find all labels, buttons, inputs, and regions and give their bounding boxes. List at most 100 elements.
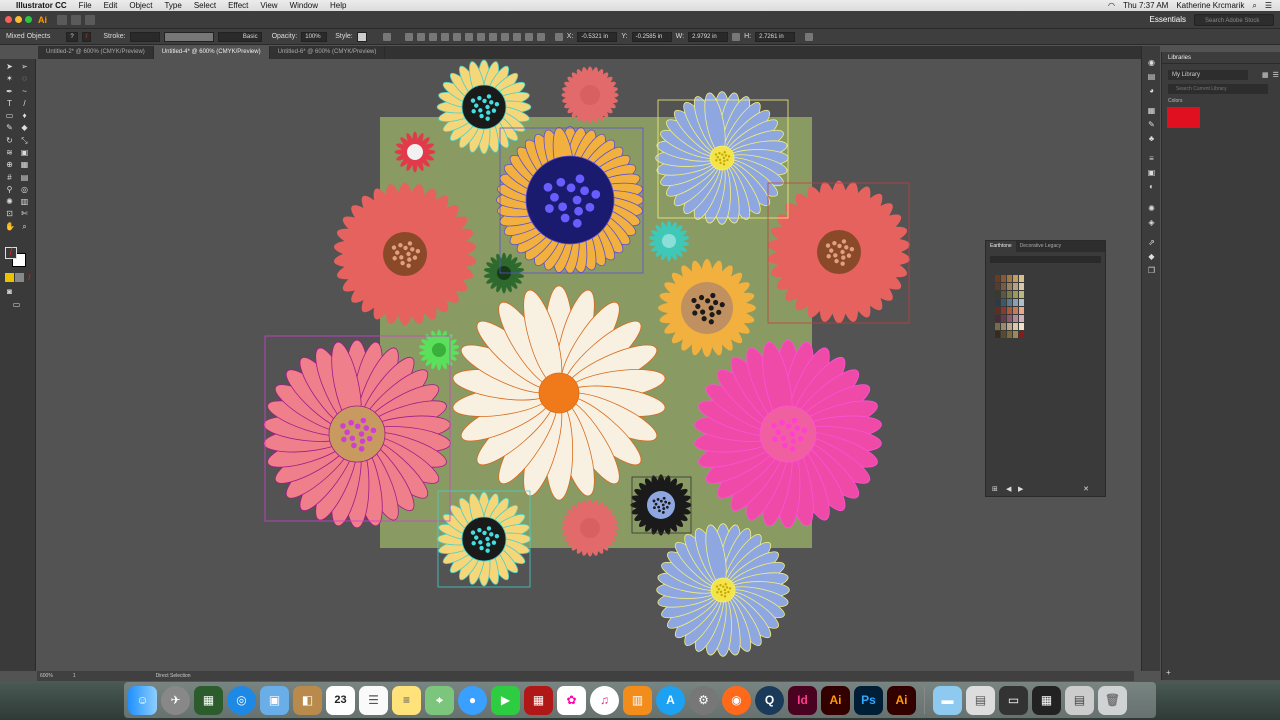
previous-library-icon[interactable]: ◀ [1006,485,1011,493]
h-field[interactable]: 2.7261 in [755,31,796,42]
reference-point-icon[interactable] [554,32,563,41]
align-left-icon[interactable] [404,32,413,41]
launchpad-icon[interactable]: ✈ [161,685,190,715]
wifi-icon[interactable]: ◠ [1108,1,1115,10]
flower-bottom-faded[interactable] [561,499,619,557]
downloads-stack-icon[interactable]: ▦ [1032,685,1061,715]
messages-icon[interactable]: ● [458,685,487,715]
flower-magenta-right[interactable] [693,339,882,529]
swatch-chip[interactable] [995,275,1000,282]
user-name[interactable]: Katherine Krcmarik [1176,1,1244,10]
artboards-panel-icon[interactable]: ❐ [1147,266,1156,275]
appearance-panel-icon[interactable]: ✺ [1147,204,1156,213]
reminders-icon[interactable]: ☰ [359,685,388,715]
artboard-tool-icon[interactable]: ⊡ [5,209,14,218]
direct-selection-tool-icon[interactable]: ➢ [20,62,29,71]
flower-bottom-cyan[interactable] [436,491,532,587]
swatch-chip[interactable] [1019,315,1024,322]
arrange-documents-icon[interactable] [71,14,81,25]
stock-search-input[interactable]: Search Adobe Stock [1194,13,1274,26]
illustrator-2-icon[interactable]: Ai [887,685,916,715]
align-middle-icon[interactable] [452,32,461,41]
width-tool-icon[interactable]: ≋ [5,148,14,157]
swatch-chip[interactable] [1019,283,1024,290]
y-field[interactable]: -0.2585 in [631,31,672,42]
swatch-chip[interactable] [995,299,1000,306]
stroke-panel-icon[interactable]: ≡ [1147,154,1156,163]
menu-list-icon[interactable]: ☰ [1265,1,1272,10]
distribute-left-icon[interactable] [512,32,521,41]
symbol-sprayer-tool-icon[interactable]: ✺ [5,197,14,206]
flower-top-cyan[interactable] [436,59,532,155]
swatch-chip[interactable] [1001,275,1006,282]
constrain-proportions-icon[interactable] [732,32,741,41]
swatch-chip[interactable] [1013,307,1018,314]
flower-red-right[interactable] [767,180,911,324]
calendar-icon[interactable]: 23 [326,685,355,715]
graphic-styles-panel-icon[interactable]: ◈ [1147,218,1156,227]
safari-icon[interactable]: ◎ [227,685,256,715]
swatch-chip[interactable] [1007,283,1012,290]
quicktime-icon[interactable]: Q [755,685,784,715]
preview-icon[interactable]: ▣ [260,685,289,715]
list-view-icon[interactable]: ☰ [1273,71,1279,79]
flower-orange-tan[interactable] [658,259,756,357]
photos-icon[interactable]: ✿ [557,685,586,715]
finder-icon[interactable]: ☺ [128,685,157,715]
zoom-tool-icon[interactable]: ⌕ [20,222,29,231]
lasso-tool-icon[interactable]: ◌ [20,74,29,83]
documents-stack-icon[interactable]: ▭ [999,685,1028,715]
swatch-chip[interactable] [1007,315,1012,322]
menu-app-name[interactable]: Illustrator CC [12,1,73,10]
swatch-chip[interactable] [995,315,1000,322]
tab-decorative-legacy[interactable]: Decorative Legacy [1016,241,1065,252]
swatch-chip[interactable] [1001,299,1006,306]
flower-red-left[interactable] [333,182,477,326]
curvature-tool-icon[interactable]: ~ [20,87,29,96]
mesh-tool-icon[interactable]: # [5,173,14,182]
minimize-window-button[interactable] [15,16,22,23]
flower-blue-yellow[interactable] [655,91,789,225]
swatch-chip[interactable] [1019,299,1024,306]
paintbrush-tool-icon[interactable]: ♦ [20,111,29,120]
menu-object[interactable]: Object [123,1,158,10]
tab-earthtone[interactable]: Earthtone [986,241,1016,252]
gradient-mode-icon[interactable] [15,273,24,282]
scale-tool-icon[interactable]: ⤡ [20,136,29,145]
trash-icon[interactable]: 🗑 [1098,685,1127,715]
next-library-icon[interactable]: ▶ [1018,485,1023,493]
transform-icon[interactable] [805,32,814,41]
desktop-stack-icon[interactable]: ▤ [1065,685,1094,715]
zoom-window-button[interactable] [25,16,32,23]
transparency-panel-icon[interactable]: ◐ [1147,182,1156,191]
tab-untitled-2[interactable]: Untitled-2* @ 600% (CMYK/Preview) [38,46,154,59]
mission-control-icon[interactable]: ▦ [194,685,223,715]
shaper-tool-icon[interactable]: ✎ [5,123,14,132]
firefox-icon[interactable]: ◉ [722,685,751,715]
swatch-chip[interactable] [1007,307,1012,314]
panel-collapse-icon[interactable]: ✕ [1083,485,1089,493]
stroke-color-icon[interactable]: / [5,247,17,259]
menu-file[interactable]: File [73,1,98,10]
properties-panel-icon[interactable]: ▤ [1147,72,1156,81]
swatch-chip[interactable] [1013,331,1018,338]
screenshots-stack-icon[interactable]: ▤ [966,685,995,715]
swatch-chip[interactable] [1007,275,1012,282]
current-tool[interactable]: Direct Selection [156,671,191,681]
swatch-chip[interactable] [1001,307,1006,314]
swatch-chip[interactable] [1019,307,1024,314]
line-tool-icon[interactable]: / [20,99,29,108]
facetime-icon[interactable]: ▶ [491,685,520,715]
grid-view-icon[interactable]: ▦ [1262,71,1269,79]
export-panel-icon[interactable]: ⇗ [1147,238,1156,247]
swatch-chip[interactable] [995,291,1000,298]
swatch-chip[interactable] [1007,323,1012,330]
distribute-top-icon[interactable] [476,32,485,41]
color-mode-icon[interactable] [5,273,14,282]
gradient-tool-icon[interactable]: ▤ [20,173,29,182]
blend-tool-icon[interactable]: ◎ [20,185,29,194]
bridge-icon[interactable] [57,14,67,25]
libraries-panel-icon[interactable]: ◉ [1147,58,1156,67]
style-swatch[interactable] [356,31,367,42]
swatch-chip[interactable] [1019,291,1024,298]
